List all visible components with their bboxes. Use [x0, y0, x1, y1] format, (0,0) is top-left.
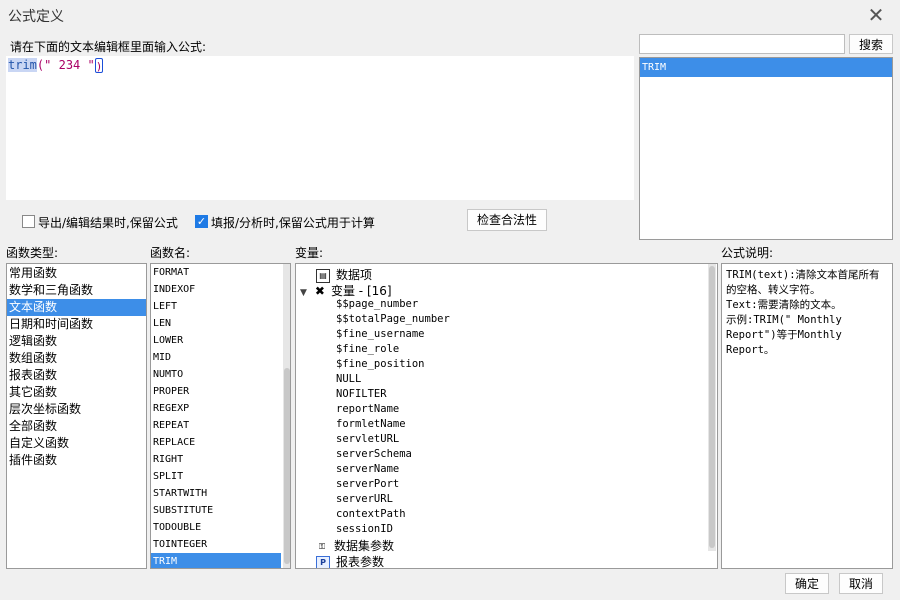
fill-keep-checkbox[interactable]: ✓ [195, 215, 208, 228]
variable-item[interactable]: $fine_position [336, 357, 450, 372]
variable-item[interactable]: sessionID [336, 522, 450, 537]
variable-item[interactable]: NULL [336, 372, 450, 387]
function-item[interactable]: REGEXP [151, 400, 290, 417]
variable-item[interactable]: $$totalPage_number [336, 312, 450, 327]
search-results: TRIM [639, 57, 893, 240]
function-item[interactable]: MID [151, 349, 290, 366]
category-item[interactable]: 层次坐标函数 [7, 401, 146, 418]
category-item[interactable]: 常用函数 [7, 265, 146, 282]
function-item[interactable]: REPEAT [151, 417, 290, 434]
function-item[interactable]: SPLIT [151, 468, 290, 485]
category-item[interactable]: 自定义函数 [7, 435, 146, 452]
category-item[interactable]: 数学和三角函数 [7, 282, 146, 299]
function-item[interactable]: TODOUBLE [151, 519, 290, 536]
function-item[interactable]: LEN [151, 315, 290, 332]
parameter-icon: ⚿ [318, 541, 326, 551]
function-list-scroll-thumb[interactable] [284, 368, 290, 564]
variable-tree-scroll-thumb[interactable] [709, 266, 715, 548]
category-item-selected[interactable]: 文本函数 [7, 299, 146, 316]
function-item[interactable]: LOWER [151, 332, 290, 349]
function-list: FORMAT INDEXOF LEFT LEN LOWER MID NUMTO … [150, 263, 291, 569]
variable-list: $$page_number $$totalPage_number $fine_u… [336, 297, 450, 537]
category-item[interactable]: 其它函数 [7, 384, 146, 401]
variable-item[interactable]: serverSchema [336, 447, 450, 462]
function-item[interactable]: REPLACE [151, 434, 290, 451]
function-item[interactable]: FORMAT [151, 264, 290, 281]
function-item[interactable]: INDEXOF [151, 281, 290, 298]
description-label: 公式说明: [721, 246, 774, 260]
variable-item[interactable]: reportName [336, 402, 450, 417]
category-item[interactable]: 报表函数 [7, 367, 146, 384]
variable-item[interactable]: serverURL [336, 492, 450, 507]
table-icon: ▤ [316, 268, 330, 283]
export-keep-label: 导出/编辑结果时,保留公式 [38, 216, 178, 230]
function-item[interactable]: TOINTEGER [151, 536, 290, 553]
code-string: " 234 " [44, 58, 95, 72]
tree-data-items[interactable]: ▤ 数据项 [316, 266, 372, 283]
variable-item[interactable]: serverName [336, 462, 450, 477]
ok-button[interactable]: 确定 [785, 573, 829, 594]
variable-item[interactable]: $fine_username [336, 327, 450, 342]
category-item[interactable]: 插件函数 [7, 452, 146, 469]
variable-tree: ▤ 数据项 ▼ ✖ 变量 - [16] $$page_number $$totalPa… [295, 263, 718, 569]
chevron-down-icon[interactable]: ▼ [300, 288, 307, 298]
close-icon[interactable]: ✕ [864, 4, 888, 28]
category-item[interactable]: 日期和时间函数 [7, 316, 146, 333]
tree-report-params[interactable]: P 报表参数 [316, 553, 384, 568]
categories-label: 函数类型: [6, 246, 59, 260]
code-close-paren: ) [94, 58, 103, 73]
function-item[interactable]: RIGHT [151, 451, 290, 468]
tree-dataset-params[interactable]: ⚿ 数据集参数 [316, 537, 394, 554]
category-item[interactable]: 逻辑函数 [7, 333, 146, 350]
function-item-selected[interactable]: TRIM [151, 553, 281, 568]
export-keep-checkbox[interactable] [22, 215, 35, 228]
variable-item[interactable]: NOFILTER [336, 387, 450, 402]
variables-label: 变量: [295, 246, 324, 260]
variable-item[interactable]: servletURL [336, 432, 450, 447]
function-item[interactable]: LEFT [151, 298, 290, 315]
functions-label: 函数名: [150, 246, 191, 260]
search-input[interactable] [639, 34, 845, 54]
function-item[interactable]: STARTWITH [151, 485, 290, 502]
fill-keep-label: 填报/分析时,保留公式用于计算 [211, 216, 375, 230]
variable-item[interactable]: $fine_role [336, 342, 450, 357]
search-button[interactable]: 搜索 [849, 34, 893, 54]
variable-item[interactable]: contextPath [336, 507, 450, 522]
category-item[interactable]: 数组函数 [7, 350, 146, 367]
report-param-icon: P [316, 555, 330, 568]
function-item[interactable]: PROPER [151, 383, 290, 400]
description-text: TRIM(text):清除文本首尾所有 的空格、转义字符。 Text:需要清除的… [726, 269, 880, 356]
variable-tree-scrollbar[interactable] [708, 264, 716, 551]
search-result-item[interactable]: TRIM [640, 58, 892, 77]
description-panel: TRIM(text):清除文本首尾所有 的空格、转义字符。 Text:需要清除的… [721, 263, 893, 569]
function-item[interactable]: SUBSTITUTE [151, 502, 290, 519]
formula-editor[interactable]: trim(" 234 ") [6, 56, 634, 200]
check-validity-button[interactable]: 检查合法性 [467, 209, 547, 231]
code-function: trim [8, 58, 37, 72]
function-item[interactable]: NUMTO [151, 366, 290, 383]
variable-group-icon: ✖ [314, 284, 325, 298]
variable-item[interactable]: formletName [336, 417, 450, 432]
variable-item[interactable]: serverPort [336, 477, 450, 492]
dialog-title: 公式定义 [8, 9, 64, 25]
cancel-button[interactable]: 取消 [839, 573, 883, 594]
editor-instruction: 请在下面的文本编辑框里面输入公式: [10, 40, 207, 54]
variable-item[interactable]: $$page_number [336, 297, 450, 312]
category-list: 常用函数 数学和三角函数 文本函数 日期和时间函数 逻辑函数 数组函数 报表函数… [6, 263, 147, 569]
category-item[interactable]: 全部函数 [7, 418, 146, 435]
formula-code: trim(" 234 ") [8, 58, 103, 73]
function-list-scrollbar[interactable] [283, 264, 290, 568]
